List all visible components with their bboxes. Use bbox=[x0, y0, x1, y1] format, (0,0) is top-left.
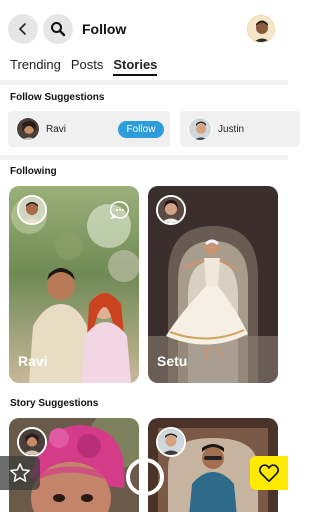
profile-avatar[interactable] bbox=[247, 15, 275, 43]
avatar bbox=[17, 195, 47, 225]
heart-icon bbox=[259, 464, 279, 483]
page-title: Follow bbox=[82, 21, 127, 37]
message-icon[interactable] bbox=[110, 200, 130, 220]
tab-posts[interactable]: Posts bbox=[71, 57, 104, 76]
back-button[interactable] bbox=[8, 14, 38, 44]
avatar bbox=[156, 195, 186, 225]
like-button[interactable] bbox=[250, 456, 288, 490]
avatar bbox=[16, 117, 40, 141]
story-progress-ring bbox=[124, 456, 166, 498]
app-header: Follow bbox=[0, 0, 288, 58]
following-title: Following bbox=[10, 166, 57, 177]
favorite-button[interactable] bbox=[0, 456, 40, 490]
suggestion-name: Justin bbox=[218, 123, 245, 135]
circle-ring-icon bbox=[126, 458, 164, 496]
search-icon bbox=[51, 22, 66, 37]
suggestion-card-justin[interactable]: Justin bbox=[180, 111, 300, 147]
avatar bbox=[188, 117, 212, 141]
tab-bar: Trending Posts Stories bbox=[10, 57, 158, 76]
section-divider bbox=[0, 155, 288, 160]
search-button[interactable] bbox=[43, 14, 73, 44]
suggestion-name: Ravi bbox=[46, 123, 67, 135]
tab-stories[interactable]: Stories bbox=[113, 57, 158, 76]
story-name: Ravi bbox=[18, 353, 48, 369]
follow-suggestions-title: Follow Suggestions bbox=[10, 92, 105, 103]
follow-button[interactable]: Follow bbox=[118, 121, 164, 138]
tab-trending[interactable]: Trending bbox=[10, 57, 61, 76]
back-arrow-icon bbox=[18, 23, 26, 35]
suggestion-card-ravi[interactable]: Ravi Follow bbox=[8, 111, 170, 147]
avatar bbox=[156, 427, 186, 457]
avatar bbox=[17, 427, 47, 457]
star-icon bbox=[10, 463, 30, 482]
story-suggestions-title: Story Suggestions bbox=[10, 398, 99, 409]
story-card-setu[interactable]: Setu bbox=[148, 186, 278, 383]
section-divider bbox=[0, 80, 288, 85]
story-name: Setu bbox=[157, 353, 188, 369]
story-card-ravi[interactable]: Ravi bbox=[9, 186, 139, 383]
